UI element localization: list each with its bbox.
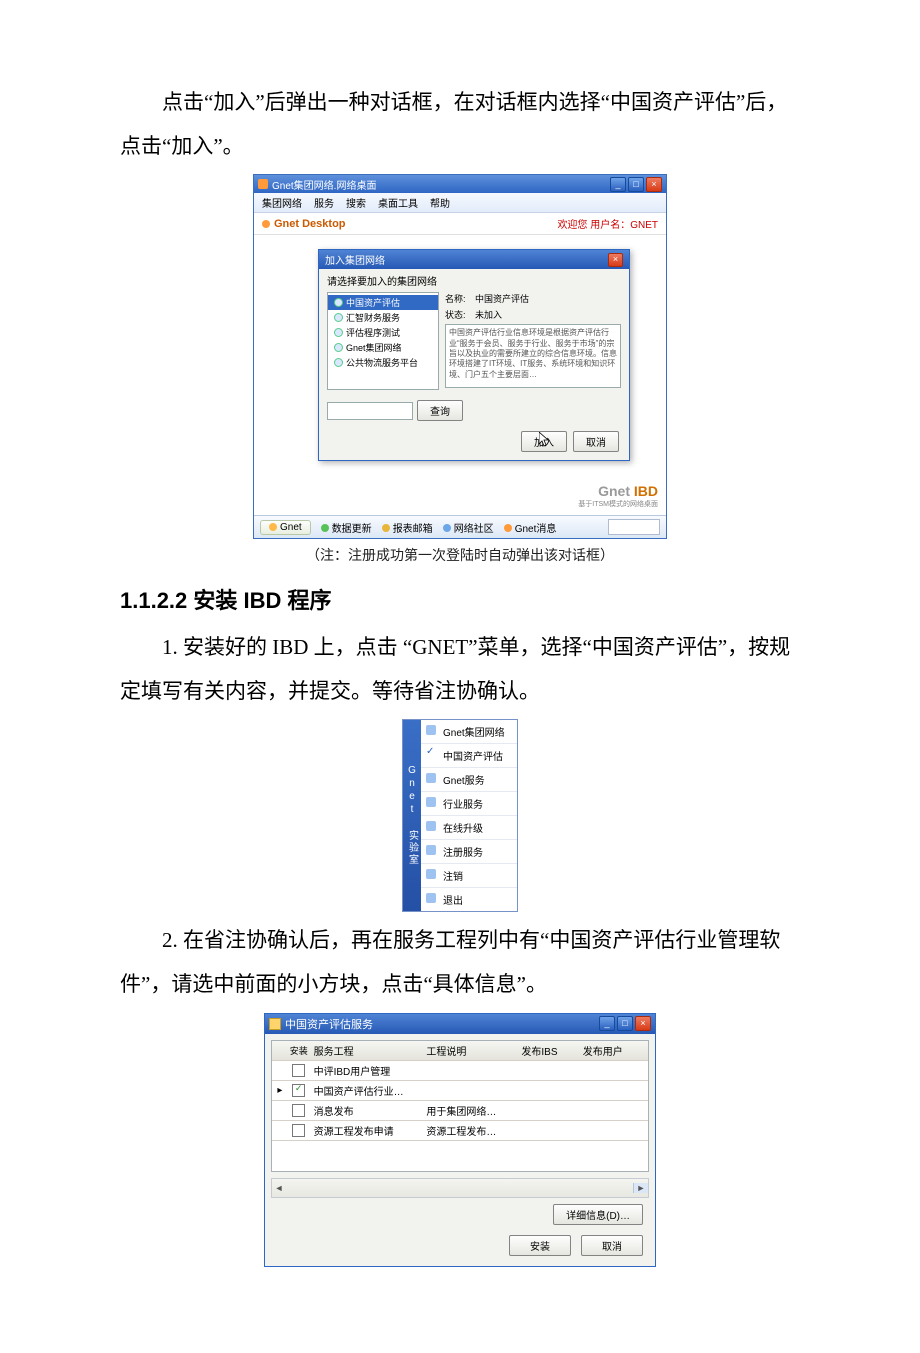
globe-icon (443, 524, 451, 532)
menu-item[interactable]: 注销 (421, 864, 517, 888)
paragraph-3: 2. 在省注协确认后，再在服务工程列中有“中国资产评估行业管理软件”，请选中前面… (120, 918, 800, 1006)
table-header: 安装 服务工程 工程说明 发布IBS 发布用户 (272, 1041, 648, 1061)
cursor-icon (539, 432, 551, 448)
col-desc[interactable]: 工程说明 (422, 1043, 517, 1058)
services-window: 中国资产评估服务 _ □ × 安装 服务工程 工程说明 发布IBS 发布用户 (264, 1013, 656, 1267)
welcome-text: 欢迎您 用户名：GNET (557, 216, 658, 231)
figure-1-caption: （注：注册成功第一次登陆时自动弹出该对话框） (120, 545, 800, 565)
mail-icon (382, 524, 390, 532)
taskbar-message[interactable]: Gnet消息 (504, 520, 557, 535)
status-value: 未加入 (475, 308, 502, 321)
paragraph-1: 点击“加入”后弹出一种对话框，在对话框内选择“中国资产评估”后，点击“加入”。 (120, 80, 800, 168)
col-user[interactable]: 发布用户 (579, 1043, 648, 1058)
window-icon (269, 1018, 281, 1030)
window-title: Gnet集团网络.网络桌面 (272, 177, 376, 192)
update-icon (426, 821, 436, 831)
description-box: 中国资产评估行业信息环境是根据资产评估行业“服务于会员、服务于行业、服务于市场”… (445, 324, 621, 388)
cancel-button[interactable]: 取消 (573, 431, 619, 452)
horizontal-scrollbar[interactable]: ◄ ► (271, 1178, 649, 1198)
join-network-dialog: 加入集团网络 × 请选择要加入的集团网络 中国资产评估 汇智财务服务 评估程序测… (318, 249, 630, 461)
service-icon (426, 773, 436, 783)
menu-item[interactable]: 集团网络 (262, 195, 302, 210)
brand-label: Gnet Desktop (274, 218, 346, 230)
app-icon (258, 179, 268, 189)
install-checkbox-checked[interactable] (292, 1084, 305, 1097)
gnet-window: Gnet集团网络.网络桌面 _ □ × 集团网络 服务 搜索 桌面工具 帮助 G… (253, 174, 667, 539)
dialog-subtitle: 请选择要加入的集团网络 (319, 269, 629, 292)
table-row[interactable]: 中评IBD用户管理 (272, 1061, 648, 1081)
status-label: 状态: (445, 308, 475, 321)
brand-icon (262, 220, 270, 228)
menubar: 集团网络 服务 搜索 桌面工具 帮助 (254, 193, 666, 213)
network-icon (426, 725, 436, 735)
minimize-button[interactable]: _ (610, 177, 626, 192)
taskbar-mail[interactable]: 报表邮箱 (382, 520, 433, 535)
gnet-ibd-logo: Gnet IBD 基于ITSM模式的网络桌面 (578, 483, 658, 509)
menu-item[interactable]: 在线升级 (421, 816, 517, 840)
logout-icon (426, 869, 436, 879)
menu-item[interactable]: 搜索 (346, 195, 366, 210)
table-row[interactable]: 消息发布 用于集团网络… (272, 1101, 648, 1121)
menu-item[interactable]: Gnet集团网络 (421, 720, 517, 744)
menu-item[interactable]: Gnet服务 (421, 768, 517, 792)
taskbar-gnet-button[interactable]: Gnet (260, 520, 311, 535)
name-value: 中国资产评估 (475, 292, 529, 305)
refresh-icon (321, 524, 329, 532)
section-heading: 1.1.2.2 安装 IBD 程序 (120, 583, 800, 615)
install-button[interactable]: 安装 (509, 1235, 571, 1256)
col-name[interactable]: 服务工程 (310, 1043, 423, 1058)
scroll-left-icon[interactable]: ◄ (272, 1183, 286, 1193)
tree-item-selected[interactable]: 中国资产评估 (328, 295, 438, 310)
taskbar: Gnet 数据更新 报表邮箱 网络社区 Gnet消息 (254, 515, 666, 538)
col-ibs[interactable]: 发布IBS (517, 1043, 578, 1058)
menu-item[interactable]: 帮助 (430, 195, 450, 210)
tree-item[interactable]: 汇智财务服务 (328, 310, 438, 325)
cancel-button[interactable]: 取消 (581, 1235, 643, 1256)
tree-item[interactable]: 公共物流服务平台 (328, 355, 438, 370)
maximize-button[interactable]: □ (617, 1016, 633, 1031)
detail-button[interactable]: 详细信息(D)… (553, 1204, 643, 1225)
menu-side-label: Gnet 实验室 (403, 720, 421, 911)
table-row-selected[interactable]: 中国资产评估行业… (272, 1081, 648, 1101)
menu-item[interactable]: 注册服务 (421, 840, 517, 864)
install-checkbox[interactable] (292, 1064, 305, 1077)
services-window-title: 中国资产评估服务 (285, 1016, 373, 1032)
minimize-button[interactable]: _ (599, 1016, 615, 1031)
install-checkbox[interactable] (292, 1124, 305, 1137)
search-input[interactable] (327, 402, 413, 420)
tree-item[interactable]: Gnet集团网络 (328, 340, 438, 355)
install-checkbox[interactable] (292, 1104, 305, 1117)
window-titlebar: Gnet集团网络.网络桌面 _ □ × (254, 175, 666, 193)
network-tree[interactable]: 中国资产评估 汇智财务服务 评估程序测试 Gnet集团网络 公共物流服务平台 (327, 292, 439, 390)
menu-item-checked[interactable]: 中国资产评估 (421, 744, 517, 768)
exit-icon (426, 893, 436, 903)
menu-item[interactable]: 行业服务 (421, 792, 517, 816)
menu-item[interactable]: 服务 (314, 195, 334, 210)
close-button[interactable]: × (646, 177, 662, 192)
maximize-button[interactable]: □ (628, 177, 644, 192)
gnet-menu: Gnet 实验室 Gnet集团网络 中国资产评估 Gnet服务 行业服务 在线升… (402, 719, 518, 912)
taskbar-community[interactable]: 网络社区 (443, 520, 494, 535)
table-row[interactable]: 资源工程发布申请 资源工程发布… (272, 1121, 648, 1141)
taskbar-search-box[interactable] (608, 519, 660, 535)
dialog-close-button[interactable]: × (608, 253, 623, 267)
tree-item[interactable]: 评估程序测试 (328, 325, 438, 340)
register-icon (426, 845, 436, 855)
industry-icon (426, 797, 436, 807)
taskbar-refresh[interactable]: 数据更新 (321, 520, 372, 535)
paragraph-2: 1. 安装好的 IBD 上，点击 “GNET”菜单，选择“中国资产评估”，按规定… (120, 625, 800, 713)
menu-item[interactable]: 退出 (421, 888, 517, 911)
search-button[interactable]: 查询 (417, 400, 463, 421)
col-install[interactable]: 安装 (288, 1044, 310, 1057)
close-button[interactable]: × (635, 1016, 651, 1031)
gnet-icon (269, 523, 277, 531)
services-table: 安装 服务工程 工程说明 发布IBS 发布用户 中评IBD用户管理 中国资产 (271, 1040, 649, 1172)
dialog-title: 加入集团网络 (325, 252, 385, 267)
msg-icon (504, 524, 512, 532)
menu-item[interactable]: 桌面工具 (378, 195, 418, 210)
scroll-right-icon[interactable]: ► (633, 1183, 648, 1193)
name-label: 名称: (445, 292, 475, 305)
